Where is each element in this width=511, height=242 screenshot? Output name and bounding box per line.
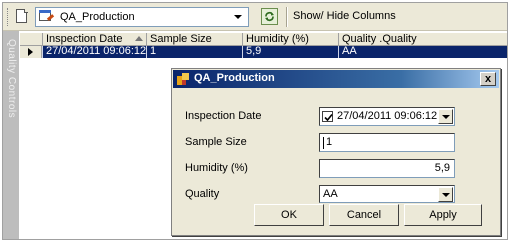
edit-record-dialog: QA_Production x Inspection Date 27/04/20… <box>171 68 501 236</box>
table-select-value: QA_Production <box>60 11 135 23</box>
table-edit-icon <box>39 10 55 24</box>
side-tab[interactable]: Quality Controls <box>3 31 19 239</box>
row-selector-header[interactable] <box>20 33 42 46</box>
dialog-title: QA_Production <box>194 72 275 84</box>
cancel-button[interactable]: Cancel <box>329 204 399 226</box>
humidity-value: 5,9 <box>434 162 450 174</box>
sample-size-input[interactable]: 1 <box>319 133 455 152</box>
close-button[interactable]: x <box>480 72 496 86</box>
inspection-date-checkbox[interactable] <box>322 111 333 122</box>
inspection-date-label: Inspection Date <box>185 110 262 122</box>
inspection-date-picker[interactable]: 27/04/2011 09:06:12 <box>319 107 455 126</box>
table-select[interactable]: QA_Production <box>35 7 249 27</box>
sample-size-label: Sample Size <box>185 136 247 148</box>
quality-dropdown-button[interactable] <box>438 187 453 202</box>
quality-select[interactable]: AA <box>319 185 455 203</box>
app-icon <box>177 73 189 85</box>
show-hide-columns-button[interactable]: Show/ Hide Columns <box>289 9 400 25</box>
cell-inspection-date[interactable]: 27/04/2011 09:06:12 <box>42 46 146 58</box>
side-tab-label: Quality Controls <box>6 39 17 119</box>
inspection-date-value: 27/04/2011 09:06:12 <box>337 110 438 122</box>
sample-size-value: 1 <box>326 136 333 148</box>
refresh-icon[interactable] <box>261 8 278 25</box>
cell-quality[interactable]: AA <box>338 46 507 58</box>
data-grid: Inspection Date Sample Size Humidity (%)… <box>20 33 507 58</box>
quality-label: Quality <box>185 188 220 200</box>
toolbar-separator <box>286 7 288 27</box>
close-icon: x <box>484 73 492 85</box>
toolbar: QA_Production Show/ Hide Columns <box>3 3 507 31</box>
chevron-down-icon <box>442 193 450 197</box>
chevron-down-icon <box>442 115 450 119</box>
cell-humidity[interactable]: 5,9 <box>242 46 338 58</box>
dialog-titlebar[interactable]: QA_Production x <box>173 70 499 88</box>
current-row-icon <box>20 46 42 58</box>
apply-button[interactable]: Apply <box>404 204 482 226</box>
new-document-icon[interactable] <box>15 8 29 25</box>
quality-value: AA <box>323 188 338 200</box>
column-header-quality[interactable]: Quality .Quality <box>338 33 507 46</box>
text-cursor <box>323 137 324 149</box>
sort-ascending-icon <box>135 36 143 41</box>
chevron-down-icon[interactable] <box>234 15 242 19</box>
toolbar-grip[interactable] <box>7 8 10 26</box>
date-dropdown-button[interactable] <box>438 109 453 124</box>
cell-sample-size[interactable]: 1 <box>146 46 242 58</box>
column-header-sample-size[interactable]: Sample Size <box>146 33 242 46</box>
humidity-input[interactable]: 5,9 <box>319 159 455 178</box>
table-row[interactable]: 27/04/2011 09:06:12 1 5,9 AA <box>20 46 507 58</box>
ok-button[interactable]: OK <box>254 204 324 226</box>
checkmark-icon <box>324 113 333 122</box>
humidity-label: Humidity (%) <box>185 162 248 174</box>
